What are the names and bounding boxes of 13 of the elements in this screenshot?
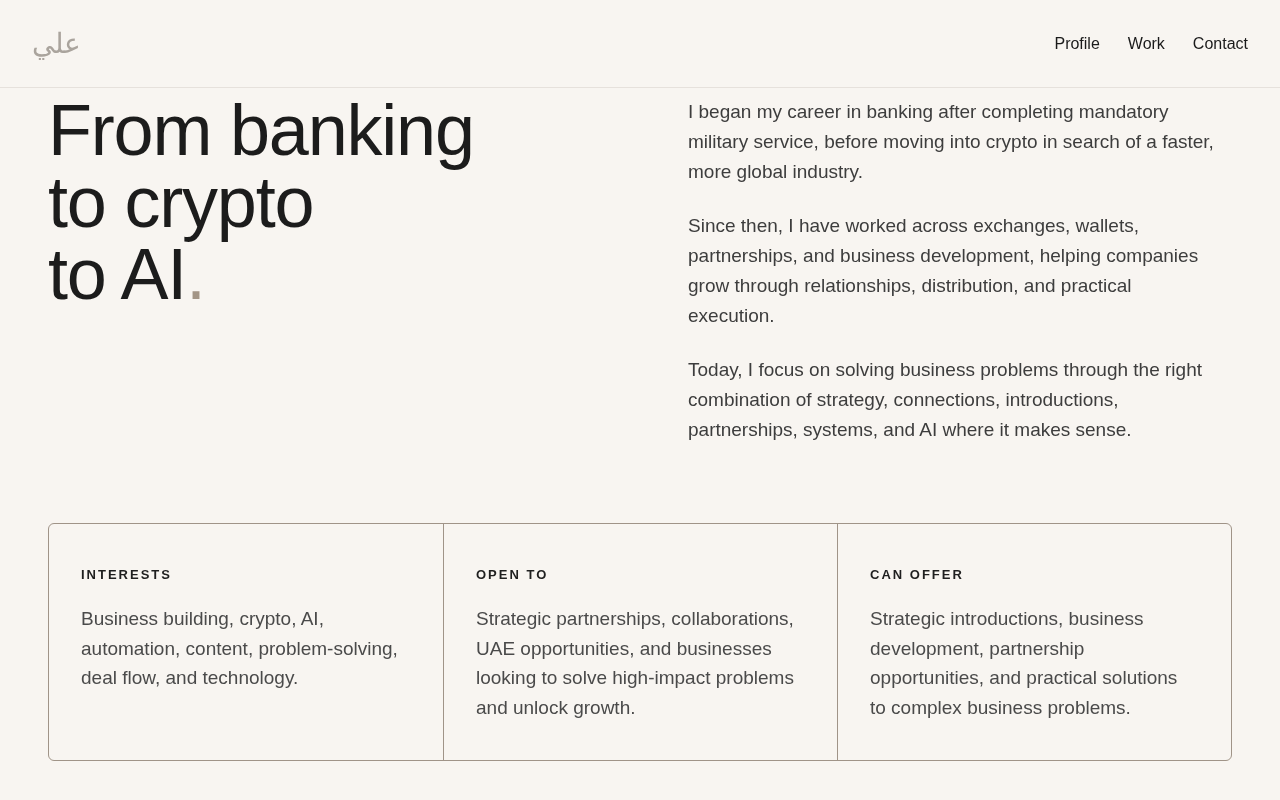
card-text: Strategic partnerships, collaborations, UAE opportunities, and businesses looking to solve high-impact problems and unlock growth. — [476, 607, 795, 720]
bio-paragraph: I began my career in banking after completing mandatory military service, before moving into crypto in search of a faster, more global industry. — [688, 100, 1215, 184]
nav-link[interactable]: Contact — [1192, 31, 1248, 56]
card-title: INTERESTS — [81, 566, 173, 584]
card-text: Strategic introductions, business development, partnership opportunities, and practical solutions to complex business problems. — [870, 607, 1179, 720]
card-title: CAN OFFER — [870, 566, 965, 584]
hero-headline: From banking to crypto to AI. — [48, 94, 474, 310]
nav-link[interactable]: Profile — [1054, 31, 1100, 56]
card-text: Business building, crypto, AI, automation, content, problem-solving, deal flow, and technology. — [81, 607, 399, 690]
card-title: OPEN TO — [476, 566, 550, 584]
nav-link[interactable]: Work — [1127, 31, 1165, 56]
bio-paragraph: Today, I focus on solving business problems through the right combination of strategy, connections, introductions, partnerships, systems, and AI where it makes sense. — [688, 358, 1203, 442]
bio-paragraph: Since then, I have worked across exchanges, wallets, partnerships, and business development, helping companies grow through relationships, distribution, and practical execution. — [688, 214, 1200, 328]
